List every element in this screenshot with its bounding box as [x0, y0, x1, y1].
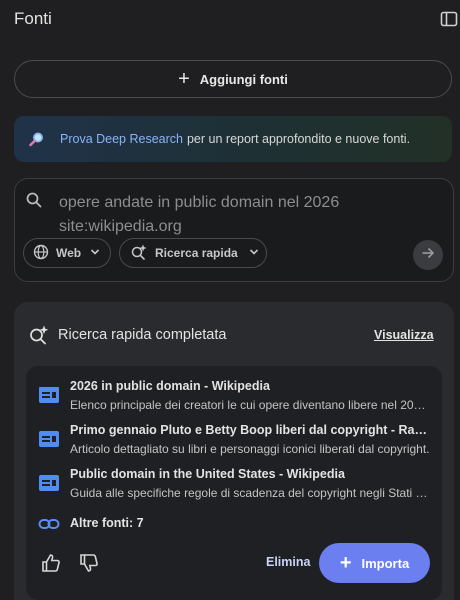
- delete-button[interactable]: Elimina: [266, 555, 310, 569]
- thumbs-up-icon[interactable]: [40, 552, 62, 574]
- source-item[interactable]: Public domain in the United States - Wik…: [26, 467, 442, 507]
- search-icon: [25, 191, 43, 209]
- web-page-icon: [38, 430, 60, 448]
- sources-header: Fonti: [0, 0, 460, 38]
- web-page-icon: [38, 386, 60, 404]
- quick-chip-label: Ricerca rapida: [155, 246, 238, 260]
- thumbs-down-icon[interactable]: [78, 552, 100, 574]
- web-page-icon: [38, 474, 60, 492]
- source-title: 2026 in public domain - Wikipedia: [70, 379, 270, 393]
- link-icon: [38, 516, 60, 532]
- add-sources-button[interactable]: + Aggiungi fonti: [14, 60, 452, 98]
- search-query[interactable]: opere andate in public domain nel 2026 s…: [59, 191, 399, 239]
- source-description: Articolo dettagliato su libri e personag…: [70, 442, 430, 456]
- deep-research-link[interactable]: Prova Deep Research: [60, 132, 183, 146]
- sparkle-search-icon: [130, 243, 148, 264]
- globe-icon: [33, 244, 49, 263]
- sparkle-search-icon: [28, 324, 50, 346]
- more-sources[interactable]: Altre fonti: 7: [26, 514, 442, 538]
- results-title: Ricerca rapida completata: [58, 327, 227, 343]
- source-title: Public domain in the United States - Wik…: [70, 467, 345, 481]
- deep-research-text: per un report approfondito e nuove fonti…: [186, 132, 411, 146]
- source-item[interactable]: 2026 in public domain - Wikipedia Elenco…: [26, 379, 442, 419]
- quick-research-results: Ricerca rapida completata Visualizza 202…: [14, 302, 454, 600]
- web-source-dropdown[interactable]: Web: [23, 238, 111, 268]
- import-button[interactable]: + Importa: [319, 543, 430, 583]
- view-results-link[interactable]: Visualizza: [374, 328, 434, 342]
- more-sources-label: Altre fonti: 7: [70, 516, 144, 530]
- import-label: Importa: [361, 555, 410, 571]
- add-sources-label: Aggiungi fonti: [199, 71, 288, 87]
- source-description: Guida alle specifiche regole di scadenza…: [70, 486, 430, 500]
- chevron-down-icon: [90, 246, 100, 260]
- plus-icon: +: [178, 68, 190, 90]
- plus-icon: +: [339, 552, 352, 574]
- source-title: Primo gennaio Pluto e Betty Boop liberi …: [70, 423, 430, 437]
- magnifier-icon: [28, 130, 46, 148]
- search-box: opere andate in public domain nel 2026 s…: [14, 178, 454, 282]
- arrow-right-icon: [420, 245, 436, 266]
- send-button[interactable]: [413, 240, 443, 270]
- deep-research-banner[interactable]: Prova Deep Research per un report approf…: [14, 116, 452, 162]
- source-description: Elenco principale dei creatori le cui op…: [70, 398, 430, 412]
- sources-list: 2026 in public domain - Wikipedia Elenco…: [26, 366, 442, 600]
- chevron-down-icon: [249, 246, 259, 260]
- source-item[interactable]: Primo gennaio Pluto e Betty Boop liberi …: [26, 423, 442, 463]
- web-chip-label: Web: [56, 246, 82, 260]
- sidebar-toggle-icon[interactable]: [440, 10, 458, 28]
- quick-research-dropdown[interactable]: Ricerca rapida: [119, 238, 267, 268]
- panel-title: Fonti: [14, 9, 52, 28]
